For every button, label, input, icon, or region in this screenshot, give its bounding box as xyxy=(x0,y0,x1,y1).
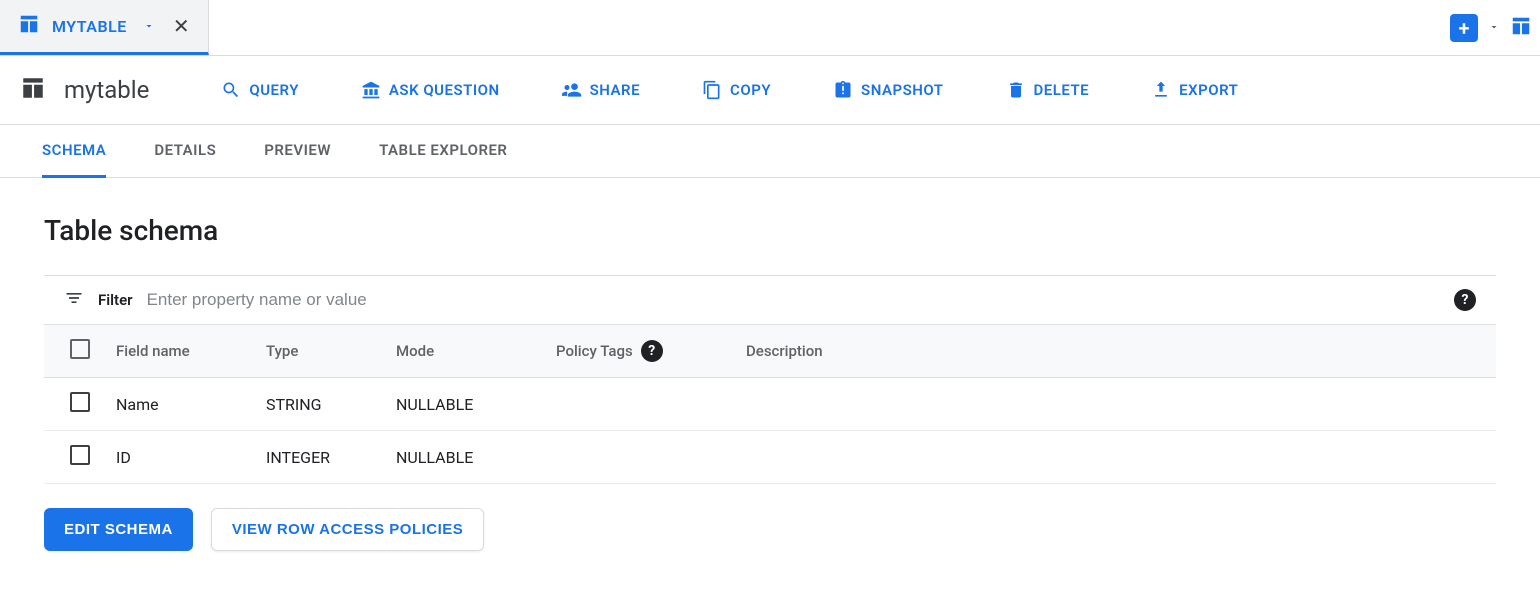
snapshot-label: SNAPSHOT xyxy=(861,81,943,99)
policy-cell xyxy=(544,431,734,484)
section-title: Table schema xyxy=(44,214,1496,247)
table-row: ID INTEGER NULLABLE xyxy=(44,431,1496,484)
temple-icon xyxy=(361,80,381,100)
table-icon[interactable] xyxy=(1510,15,1532,41)
top-bar: MYTABLE ✕ + xyxy=(0,0,1540,56)
search-icon xyxy=(221,80,241,100)
ask-question-button[interactable]: ASK QUESTION xyxy=(347,74,514,106)
subtabs: SCHEMA DETAILS PREVIEW TABLE EXPLORER xyxy=(0,125,1540,178)
mode-cell: NULLABLE xyxy=(384,431,544,484)
content: Table schema Filter ? Field name Type Mo… xyxy=(0,178,1540,587)
row-checkbox[interactable] xyxy=(70,392,90,412)
tab-strip: MYTABLE ✕ xyxy=(0,0,209,55)
table-header-row: Field name Type Mode Policy Tags ? Descr… xyxy=(44,325,1496,378)
query-label: QUERY xyxy=(249,81,299,99)
select-all-header[interactable] xyxy=(44,325,104,378)
tab-details[interactable]: DETAILS xyxy=(154,125,216,177)
table-icon xyxy=(18,13,40,39)
description-cell xyxy=(734,378,1496,431)
table-row: Name STRING NULLABLE xyxy=(44,378,1496,431)
type-cell: INTEGER xyxy=(254,431,384,484)
page-title: mytable xyxy=(64,76,149,104)
close-icon[interactable]: ✕ xyxy=(173,14,190,38)
help-icon[interactable]: ? xyxy=(641,340,663,362)
trash-icon xyxy=(1006,80,1026,100)
type-header: Type xyxy=(254,325,384,378)
button-row: EDIT SCHEMA VIEW ROW ACCESS POLICIES xyxy=(44,508,1496,551)
export-button[interactable]: EXPORT xyxy=(1137,74,1252,106)
filter-label: Filter xyxy=(98,291,133,309)
actions-group: QUERY ASK QUESTION SHARE COPY SNAPSHOT D… xyxy=(207,74,1252,106)
title-row: mytable QUERY ASK QUESTION SHARE COPY SN… xyxy=(0,56,1540,125)
document-tab[interactable]: MYTABLE ✕ xyxy=(0,0,209,55)
ask-label: ASK QUESTION xyxy=(389,81,500,99)
chevron-down-icon[interactable] xyxy=(1488,18,1500,37)
share-button[interactable]: SHARE xyxy=(548,74,654,106)
filter-row: Filter ? xyxy=(44,275,1496,325)
policy-tags-label: Policy Tags xyxy=(556,342,633,360)
edit-schema-button[interactable]: EDIT SCHEMA xyxy=(44,508,193,551)
query-button[interactable]: QUERY xyxy=(207,74,313,106)
type-cell: STRING xyxy=(254,378,384,431)
copy-icon xyxy=(702,80,722,100)
policy-tags-header: Policy Tags ? xyxy=(544,325,734,378)
mode-header: Mode xyxy=(384,325,544,378)
mode-cell: NULLABLE xyxy=(384,378,544,431)
copy-label: COPY xyxy=(730,81,771,99)
description-cell xyxy=(734,431,1496,484)
description-header: Description xyxy=(734,325,1496,378)
filter-icon xyxy=(64,288,84,312)
snapshot-button[interactable]: SNAPSHOT xyxy=(819,74,957,106)
share-icon xyxy=(562,80,582,100)
schema-table: Field name Type Mode Policy Tags ? Descr… xyxy=(44,325,1496,484)
delete-button[interactable]: DELETE xyxy=(992,74,1104,106)
snapshot-icon xyxy=(833,80,853,100)
document-tab-label: MYTABLE xyxy=(52,17,127,36)
field-name-cell: ID xyxy=(104,431,254,484)
filter-input[interactable] xyxy=(147,286,1440,314)
tab-table-explorer[interactable]: TABLE EXPLORER xyxy=(379,125,507,177)
copy-button[interactable]: COPY xyxy=(688,74,785,106)
topbar-right: + xyxy=(1450,14,1532,42)
table-icon xyxy=(20,75,46,105)
tab-schema[interactable]: SCHEMA xyxy=(42,125,106,178)
field-name-header: Field name xyxy=(104,325,254,378)
help-icon[interactable]: ? xyxy=(1454,289,1476,311)
export-icon xyxy=(1151,80,1171,100)
view-row-access-policies-button[interactable]: VIEW ROW ACCESS POLICIES xyxy=(211,508,484,551)
checkbox-icon[interactable] xyxy=(70,339,90,359)
share-label: SHARE xyxy=(590,81,640,99)
tab-preview[interactable]: PREVIEW xyxy=(264,125,331,177)
export-label: EXPORT xyxy=(1179,81,1238,99)
policy-cell xyxy=(544,378,734,431)
delete-label: DELETE xyxy=(1034,81,1090,99)
row-checkbox[interactable] xyxy=(70,445,90,465)
field-name-cell: Name xyxy=(104,378,254,431)
chevron-down-icon[interactable] xyxy=(143,17,155,36)
add-button[interactable]: + xyxy=(1450,14,1478,42)
